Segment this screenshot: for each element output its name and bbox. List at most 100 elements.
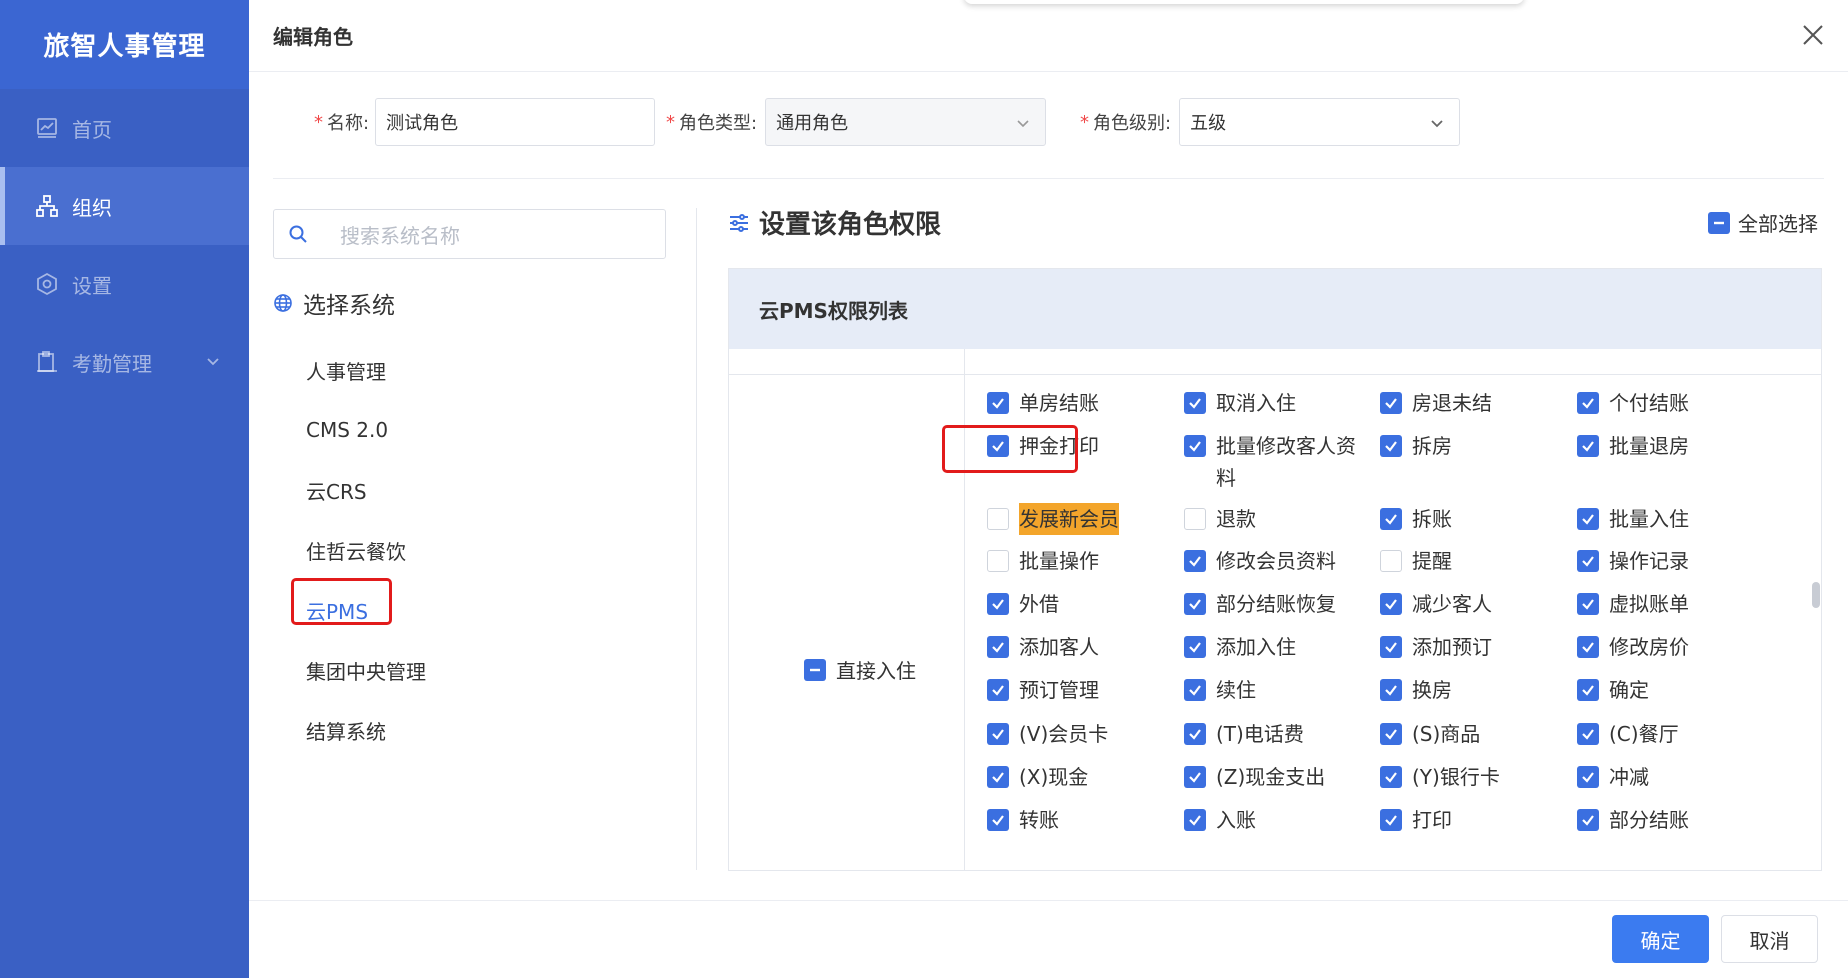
indeterminate-icon [1708,211,1730,234]
checkmark-icon [1577,809,1599,831]
permission-checkbox[interactable]: (V)会员卡 [987,718,1172,750]
permission-checkbox[interactable]: 批量退房 [1577,430,1762,462]
checkmark-icon [1577,550,1599,572]
permission-label: 虚拟账单 [1609,592,1689,616]
permission-checkbox[interactable]: 冲减 [1577,761,1762,793]
required-mark: * [666,111,675,133]
select-all-checkbox[interactable]: 全部选择 [1708,208,1818,237]
permission-checkbox[interactable]: 续住 [1184,674,1369,706]
permission-label: (S)商品 [1412,722,1481,746]
system-item[interactable]: 集团中央管理 [306,640,426,700]
checkmark-icon [1380,766,1402,788]
permission-checkbox[interactable]: 提醒 [1380,545,1565,577]
permission-checkbox[interactable]: 个付结账 [1577,387,1762,419]
system-item[interactable]: 云CRS [306,460,426,520]
permission-checkbox[interactable]: 单房结账 [987,387,1172,419]
name-input[interactable]: 测试角色 [375,98,656,146]
nav-item-home[interactable]: 首页 [0,89,249,167]
checkmark-icon [987,392,1009,414]
permission-checkbox[interactable]: (S)商品 [1380,718,1565,750]
name-field-group: * 名称: 测试角色 [314,98,656,146]
permission-checkbox[interactable]: 添加预订 [1380,631,1565,663]
permission-label: 批量退房 [1609,434,1689,458]
permission-checkbox[interactable]: 修改会员资料 [1184,545,1369,577]
gear-icon [34,271,60,297]
permission-checkbox[interactable]: 拆账 [1380,503,1565,535]
permission-checkbox[interactable]: 打印 [1380,804,1565,836]
permission-checkbox[interactable]: 修改房价 [1577,631,1762,663]
nav-item-attendance[interactable]: 考勤管理 [0,323,249,401]
permission-checkbox[interactable]: 添加客人 [987,631,1172,663]
system-search-input[interactable]: 搜索系统名称 [273,209,666,259]
permission-checkbox[interactable]: 添加入住 [1184,631,1369,663]
close-icon[interactable] [1800,22,1826,48]
permission-checkbox[interactable]: 换房 [1380,674,1565,706]
permission-label: 修改会员资料 [1216,549,1336,573]
permission-checkbox[interactable]: 取消入住 [1184,387,1369,419]
system-item[interactable]: 住哲云餐饮 [306,520,426,580]
globe-icon [274,294,292,312]
permission-checkbox[interactable]: 部分结账恢复 [1184,588,1369,620]
permission-checkbox[interactable]: (X)现金 [987,761,1172,793]
checkmark-icon [1380,392,1402,414]
permission-checkbox[interactable]: 入账 [1184,804,1369,836]
permission-checkbox[interactable]: 操作记录 [1577,545,1762,577]
checkmark-icon [1577,766,1599,788]
permission-checkbox[interactable]: 批量入住 [1577,503,1762,535]
permission-checkbox[interactable]: 确定 [1577,674,1762,706]
chart-icon [34,115,60,141]
permission-label: (V)会员卡 [1019,722,1109,746]
permission-label: 预订管理 [1019,678,1099,702]
panel-divider [696,208,697,870]
checkmark-icon [1184,723,1206,745]
permission-checkbox[interactable]: 转账 [987,804,1172,836]
permission-checkbox[interactable]: (T)电话费 [1184,718,1369,750]
checkmark-icon [1380,508,1402,530]
annotation-box [942,425,1078,473]
cancel-button[interactable]: 取消 [1721,915,1818,963]
permission-checkbox[interactable]: 退款 [1184,503,1369,535]
permission-checkbox[interactable]: 批量操作 [987,545,1172,577]
dialog-title: 编辑角色 [273,25,353,49]
checkbox-empty-icon [1380,550,1402,572]
permission-label: 单房结账 [1019,391,1099,415]
confirm-button[interactable]: 确定 [1612,915,1709,963]
permission-label: 提醒 [1412,549,1452,573]
system-item[interactable]: 人事管理 [306,340,426,400]
permission-checkbox[interactable]: 外借 [987,588,1172,620]
role-type-value: 通用角色 [776,113,849,134]
permission-checkbox[interactable]: 房退未结 [1380,387,1565,419]
permission-checkbox[interactable]: 预订管理 [987,674,1172,706]
system-item[interactable]: 结算系统 [306,700,426,760]
permission-label: 冲减 [1609,765,1649,789]
permission-checkbox[interactable]: 批量修改客人资料 [1184,430,1369,494]
sidebar: 旅智人事管理 首页 组织 设置 考勤管理 [0,0,249,978]
permission-checkbox[interactable]: 减少客人 [1380,588,1565,620]
permission-checkbox[interactable]: 部分结账 [1577,804,1762,836]
role-level-value: 五级 [1190,113,1227,134]
checkmark-icon [1184,679,1206,701]
role-level-select[interactable]: 五级 [1179,98,1461,146]
role-type-field-group: * 角色类型: 通用角色 [666,98,1047,146]
checkmark-icon [1577,392,1599,414]
nav-item-org[interactable]: 组织 [0,167,249,245]
permission-label: 续住 [1216,678,1256,702]
permission-checkbox[interactable]: (Y)银行卡 [1380,761,1565,793]
scrollbar-thumb[interactable] [1812,582,1820,608]
permission-label: 退款 [1216,507,1256,531]
permission-checkbox[interactable]: 虚拟账单 [1577,588,1762,620]
role-type-select[interactable]: 通用角色 [765,98,1047,146]
permission-label: 拆账 [1412,507,1452,531]
permission-label: 转账 [1019,808,1059,832]
permission-checkbox[interactable]: 拆房 [1380,430,1565,462]
permission-checkbox[interactable]: (Z)现金支出 [1184,761,1369,793]
permission-label: 外借 [1019,592,1059,616]
permission-label: 换房 [1412,678,1452,702]
permission-label: 取消入住 [1216,391,1296,415]
system-item[interactable]: CMS 2.0 [306,400,426,460]
group-checkbox[interactable]: 直接入住 [804,655,916,684]
nav-item-settings[interactable]: 设置 [0,245,249,323]
permission-checkbox[interactable]: (C)餐厅 [1577,718,1762,750]
permission-checkbox[interactable]: 发展新会员 [987,503,1172,535]
permission-label: (Y)银行卡 [1412,765,1500,789]
